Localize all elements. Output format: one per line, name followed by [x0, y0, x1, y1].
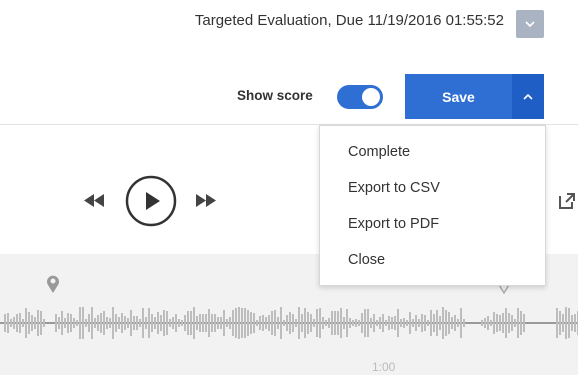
menu-item-close[interactable]: Close: [348, 252, 385, 268]
menu-item-export-pdf[interactable]: Export to PDF: [348, 216, 439, 232]
evaluation-title: Targeted Evaluation, Due 11/19/2016 01:5…: [194, 12, 504, 29]
audio-waveform: [0, 307, 578, 339]
external-link-icon[interactable]: [558, 192, 576, 210]
save-options-menu: Complete Export to CSV Export to PDF Clo…: [319, 125, 546, 286]
toggle-knob: [362, 88, 380, 106]
menu-item-export-csv[interactable]: Export to CSV: [348, 180, 440, 196]
evaluation-dropdown-button[interactable]: [516, 10, 544, 38]
play-icon: [146, 192, 160, 210]
rewind-icon[interactable]: [84, 194, 104, 207]
menu-item-complete[interactable]: Complete: [348, 144, 410, 160]
show-score-label: Show score: [237, 88, 313, 103]
marker-pin-icon[interactable]: [46, 274, 60, 294]
save-options-button[interactable]: [512, 74, 544, 119]
fast-forward-icon[interactable]: [196, 194, 216, 207]
save-button[interactable]: Save: [405, 74, 512, 119]
chevron-down-icon: [525, 21, 535, 27]
time-label: 1:00: [372, 360, 396, 374]
play-button[interactable]: [125, 175, 177, 227]
chevron-up-icon: [523, 93, 533, 100]
show-score-toggle[interactable]: [337, 85, 383, 109]
